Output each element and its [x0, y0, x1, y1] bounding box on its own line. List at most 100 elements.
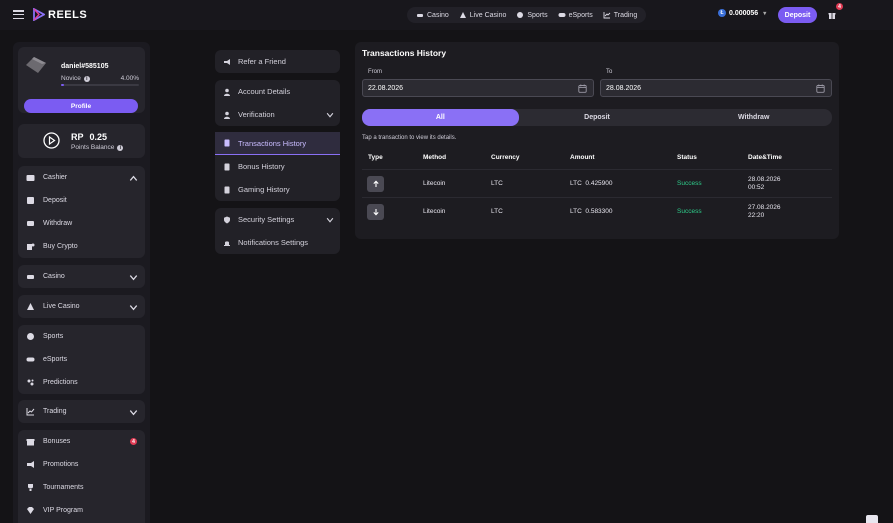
sidebar-item-sports[interactable]: Sports — [18, 325, 145, 348]
top-nav: Casino Live Casino Sports eSports Tradin… — [407, 7, 647, 23]
settings-item-label: Transactions History — [238, 138, 307, 148]
calendar-icon[interactable] — [816, 84, 825, 93]
sidebar-item-deposit[interactable]: Deposit — [18, 189, 145, 212]
table-row[interactable]: Litecoin LTC LTC 0.583300 Success 27.08.… — [362, 197, 832, 225]
points-amount: 0.25 — [89, 132, 108, 142]
from-date-value: 22.08.2026 — [368, 84, 404, 92]
settings-item-gaming-history[interactable]: Gaming History — [215, 178, 340, 201]
nav-sports[interactable]: Sports — [511, 7, 552, 23]
menu-icon[interactable] — [13, 10, 24, 20]
refer-group: Refer a Friend — [215, 50, 340, 73]
sidebar-item-trading[interactable]: Trading — [18, 400, 145, 423]
amount-cell: LTC 0.583300 — [570, 208, 613, 215]
chevron-down-icon — [129, 305, 138, 311]
live-casino-icon — [459, 12, 466, 18]
balance-value: 0.000056 — [729, 9, 759, 17]
sidebar-item-casino[interactable]: Casino — [18, 265, 145, 288]
settings-item-label: Account Details — [238, 87, 291, 96]
sports-icon — [517, 12, 524, 18]
column-header: Status — [677, 154, 697, 161]
to-date-field[interactable]: 28.08.2026 — [600, 79, 832, 97]
status-badge: Success — [677, 208, 702, 215]
column-header: Amount — [570, 154, 595, 161]
date-cell: 27.08.2026 — [748, 204, 781, 211]
points-card[interactable]: RP 0.25 Points Balance i — [18, 124, 145, 158]
hint-text: Tap a transaction to view its details. — [362, 135, 457, 141]
sidebar-item-esports[interactable]: eSports — [18, 348, 145, 371]
sidebar-item-label: Buy Crypto — [43, 243, 78, 250]
calendar-icon[interactable] — [578, 84, 587, 93]
tab-withdraw[interactable]: Withdraw — [675, 109, 832, 126]
points-value: RP 0.25 — [71, 132, 107, 142]
date-cell: 28.08.2026 — [748, 176, 781, 183]
rank-progress-value: 4.00% — [120, 75, 139, 82]
status-badge: Success — [677, 180, 702, 187]
sidebar-item-tournaments[interactable]: Tournaments — [18, 476, 145, 499]
document-icon — [224, 139, 230, 147]
shield-icon — [224, 216, 230, 223]
live-casino-group: Live Casino — [18, 295, 145, 318]
deposit-button[interactable]: Deposit — [778, 7, 817, 23]
settings-item-label: Bonus History — [238, 162, 285, 171]
settings-item-security-settings[interactable]: Security Settings — [215, 208, 340, 231]
live-casino-icon — [27, 303, 34, 310]
sidebar-item-withdraw[interactable]: Withdraw — [18, 212, 145, 235]
gift-button[interactable]: 4 — [827, 3, 843, 20]
sidebar-item-vip-program[interactable]: VIP Program — [18, 499, 145, 522]
predictions-icon — [27, 379, 34, 386]
top-bar: REELS Casino Live Casino Sports eSports … — [0, 0, 893, 30]
chat-icon[interactable] — [866, 515, 878, 523]
sports-group: Sports eSports Predictions — [18, 325, 145, 394]
logo-mark-icon — [33, 8, 45, 21]
sidebar-item-promotions[interactable]: Promotions — [18, 453, 145, 476]
sidebar-item-predictions[interactable]: Predictions — [18, 371, 145, 394]
history-group: Transactions History Bonus History Gamin… — [215, 132, 340, 201]
info-icon[interactable]: i — [83, 75, 90, 82]
sidebar-item-label: eSports — [43, 356, 68, 363]
deposit-icon — [27, 197, 34, 204]
profile-button[interactable]: Profile — [24, 99, 138, 113]
info-icon[interactable]: i — [117, 144, 124, 151]
sidebar-item-bonuses[interactable]: Bonuses 4 — [18, 430, 145, 453]
document-icon — [224, 186, 230, 193]
method-cell: Litecoin — [423, 208, 446, 215]
settings-item-bonus-history[interactable]: Bonus History — [215, 155, 340, 178]
nav-trading[interactable]: Trading — [598, 7, 642, 23]
transaction-type-button[interactable] — [367, 176, 384, 192]
balance-selector[interactable]: Ł 0.000056 ▾ — [718, 9, 766, 17]
settings-item-transactions-history[interactable]: Transactions History — [215, 132, 340, 155]
nav-live-casino[interactable]: Live Casino — [454, 7, 512, 23]
nav-esports[interactable]: eSports — [553, 7, 598, 23]
settings-item-verification[interactable]: Verification — [215, 103, 340, 126]
chevron-down-icon — [129, 410, 138, 416]
sidebar-item-label: Bonuses — [43, 438, 71, 445]
nav-casino[interactable]: Casino — [411, 7, 454, 23]
from-label: From — [368, 69, 382, 75]
points-label: Points Balance i — [71, 144, 124, 151]
tab-all[interactable]: All — [362, 109, 519, 126]
trading-group: Trading — [18, 400, 145, 423]
rank: Novice i — [61, 75, 90, 82]
sidebar-item-live-casino[interactable]: Live Casino — [18, 295, 145, 318]
points-icon — [43, 132, 60, 149]
to-date-value: 28.08.2026 — [606, 84, 642, 92]
settings-item-notifications[interactable]: Notifications Settings — [215, 231, 340, 254]
settings-item-label: Verification — [238, 110, 275, 119]
transaction-type-button[interactable] — [367, 204, 384, 220]
page-title: Transactions History — [362, 48, 447, 58]
buy-crypto-icon — [27, 243, 35, 250]
settings-item-account-details[interactable]: Account Details — [215, 80, 340, 103]
time-cell: 00:52 — [748, 184, 765, 191]
sidebar-item-label: Casino — [43, 273, 65, 280]
sidebar-item-cashier[interactable]: Cashier — [18, 166, 145, 189]
bonus-icon — [26, 439, 35, 446]
settings-item-refer[interactable]: Refer a Friend — [215, 50, 340, 73]
sidebar-item-buy-crypto[interactable]: Buy Crypto — [18, 235, 145, 258]
tab-deposit[interactable]: Deposit — [519, 109, 676, 126]
chevron-up-icon — [129, 175, 138, 181]
bell-icon — [224, 240, 230, 246]
table-row[interactable]: Litecoin LTC LTC 0.425900 Success 28.08.… — [362, 169, 832, 197]
logo[interactable]: REELS — [33, 8, 87, 21]
column-header: Date&Time — [748, 154, 782, 161]
from-date-field[interactable]: 22.08.2026 — [362, 79, 594, 97]
